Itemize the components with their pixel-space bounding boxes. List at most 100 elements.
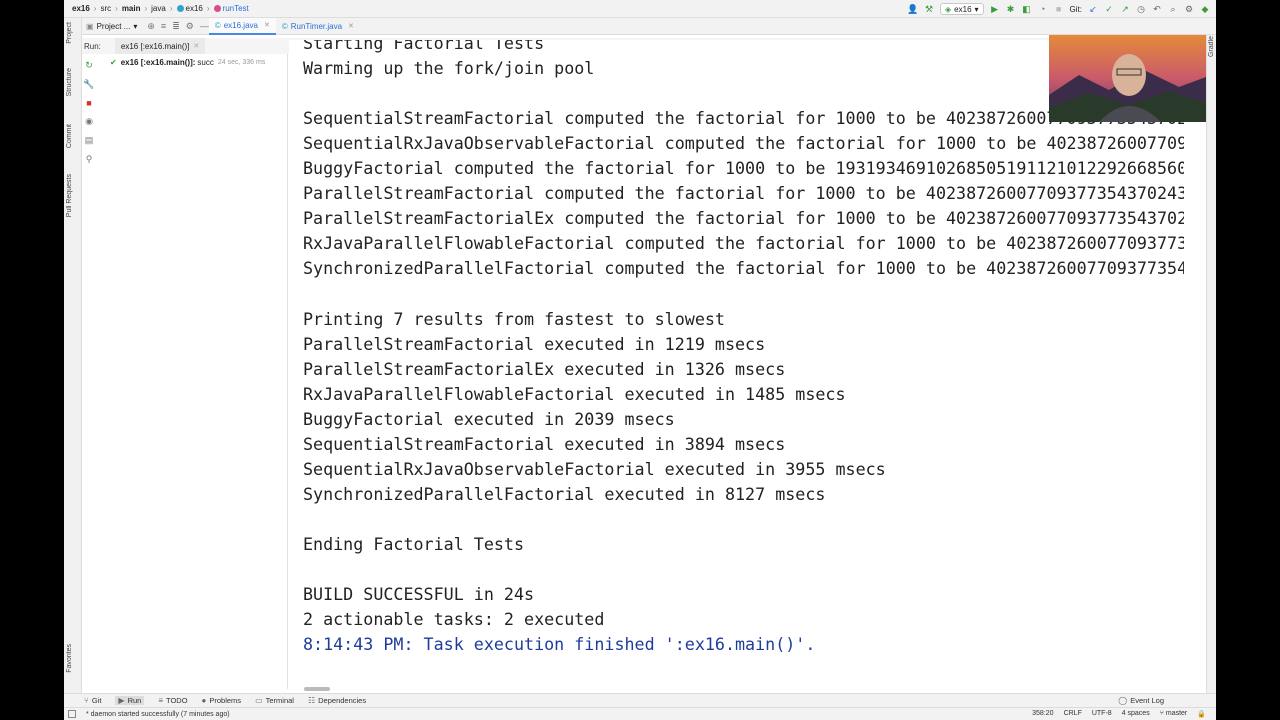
gradle-config-icon: ◈ (945, 4, 952, 14)
git-branch[interactable]: ⑂ master (1160, 710, 1188, 718)
tab-ex16-java[interactable]: © ex16.java ✕ (208, 17, 276, 35)
run-tab-label: ex16 [:ex16.main()] (120, 41, 190, 51)
locate-icon[interactable]: ⊕ (147, 21, 155, 32)
pin-icon[interactable]: ⚲ (86, 154, 93, 165)
console-line: BuggyFactorial computed the factorial fo… (303, 158, 1184, 179)
terminal-tool-button[interactable]: ▭ Terminal (255, 696, 294, 705)
bottom-tool-bar: ⑂ Git ▶ Run ≡ TODO ● Problems ▭ Terminal… (64, 693, 1216, 707)
layout-icon[interactable]: ▤ (85, 135, 94, 146)
indent-setting[interactable]: 4 spaces (1122, 710, 1150, 718)
console-line: SequentialRxJavaObservableFactorial exec… (303, 458, 886, 479)
console-output[interactable]: Starting Factorial Tests Warming up the f… (289, 40, 1184, 688)
run-label: Run: (84, 41, 101, 51)
todo-tool-label: TODO (166, 696, 188, 705)
event-log-label: Event Log (1130, 696, 1164, 705)
git-tool-button[interactable]: ⑂ Git (84, 696, 101, 705)
console-line: ParallelStreamFactorial executed in 1219… (303, 333, 766, 354)
search-icon[interactable]: ⌕ (1168, 4, 1178, 14)
run-icon[interactable]: ▶ (990, 4, 1000, 14)
console-line: SequentialRxJavaObservableFactorial comp… (303, 133, 1184, 154)
console-line: BuggyFactorial executed in 2039 msecs (303, 408, 675, 429)
structure-tool-tab[interactable]: Structure (66, 68, 73, 96)
console-line: BUILD SUCCESSFUL in 24s (303, 584, 535, 605)
chevron-down-icon: ▾ (133, 21, 138, 31)
git-commit-icon[interactable]: ✓ (1104, 4, 1114, 14)
file-encoding[interactable]: UTF-8 (1092, 710, 1112, 718)
plugin-icon[interactable]: ◆ (1200, 4, 1210, 14)
close-icon[interactable]: ✕ (264, 21, 270, 29)
coverage-icon[interactable]: ◧ (1022, 4, 1032, 14)
java-class-icon: © (214, 20, 221, 30)
project-view-select[interactable]: ▣ Project ... ▾ (86, 22, 137, 31)
run-tool-label: Run (127, 696, 142, 705)
git-push-icon[interactable]: ↗ (1120, 4, 1130, 14)
horizontal-scrollbar[interactable] (304, 687, 330, 691)
console-line: RxJavaParallelFlowableFactorial executed… (303, 383, 846, 404)
user-icon[interactable]: 👤 (907, 4, 918, 14)
gradle-tool-tab[interactable]: Gradle (1208, 36, 1215, 57)
settings-icon[interactable]: ⚙ (1184, 4, 1194, 14)
cursor-position[interactable]: 358:20 (1032, 710, 1053, 718)
lock-icon[interactable]: 🔒 (1197, 710, 1206, 718)
left-letterbox (0, 0, 64, 720)
dependencies-tool-button[interactable]: ☷ Dependencies (308, 696, 366, 705)
build-hammer-icon[interactable]: ⚒ (924, 4, 934, 14)
history-icon[interactable]: ◷ (1136, 4, 1146, 14)
presenter-video-image (1049, 35, 1206, 122)
project-view-label: Project ... (96, 21, 131, 31)
line-separator[interactable]: CRLF (1064, 710, 1082, 718)
eye-icon[interactable]: ◉ (85, 116, 93, 127)
git-tool-label: Git (91, 696, 102, 705)
expand-all-icon[interactable]: ≡ (161, 21, 166, 32)
status-message[interactable]: * daemon started successfully (7 minutes… (86, 711, 230, 718)
favorites-tool-tab[interactable]: Favorites (66, 644, 73, 673)
tree-item-status: succ (197, 58, 214, 67)
dependencies-tool-label: Dependencies (318, 696, 367, 705)
run-toolbar: ↻ 🔧 ■ ◉ ▤ ⚲ (82, 54, 96, 194)
pull-requests-tool-tab[interactable]: Pull Requests (66, 174, 73, 217)
profile-icon[interactable]: ◔ (1038, 4, 1048, 14)
console-line: Starting Factorial Tests (303, 40, 545, 53)
crumb-project[interactable]: ex16 (72, 4, 90, 13)
git-branch-label: master (1165, 710, 1188, 717)
collapse-all-icon[interactable]: ≣ (172, 21, 180, 32)
todo-tool-button[interactable]: ≡ TODO (158, 696, 187, 705)
console-line: ParallelStreamFactorialEx computed the f… (303, 208, 1184, 229)
console-line: Warming up the fork/join pool (303, 58, 595, 79)
rollback-icon[interactable]: ↶ (1152, 4, 1162, 14)
debug-icon[interactable]: ✱ (1006, 4, 1016, 14)
wrench-icon[interactable]: 🔧 (83, 79, 94, 90)
ide-window: ex16 › src › main › java › ex16 › runTest 👤 ⚒… (64, 0, 1216, 720)
run-tab[interactable]: ex16 [:ex16.main()] ✕ (114, 38, 206, 54)
tool-window-toggle-icon[interactable] (68, 710, 76, 718)
console-line: SequentialStreamFactorial executed in 38… (303, 433, 786, 454)
event-log-button[interactable]: ◯ Event Log (1118, 696, 1164, 705)
console-line: 2 actionable tasks: 2 executed (303, 609, 605, 630)
project-tool-tab[interactable]: Project (66, 22, 73, 44)
git-update-icon[interactable]: ↙ (1088, 4, 1098, 14)
tree-item-run[interactable]: ✔ ex16 [:ex16.main()]: succ 24 sec, 336 … (110, 58, 287, 67)
method-icon (213, 5, 221, 12)
close-icon[interactable]: ✕ (193, 42, 199, 50)
crumb-src[interactable]: src (100, 4, 111, 13)
status-bar: * daemon started successfully (7 minutes… (64, 707, 1216, 720)
commit-tool-tab[interactable]: Commit (66, 124, 73, 148)
run-config-select[interactable]: ◈ ex16 ▾ (940, 3, 984, 15)
tab-runtimer-java[interactable]: © RunTimer.java ✕ (276, 18, 360, 35)
problems-tool-button[interactable]: ● Problems (202, 696, 242, 705)
gear-icon[interactable]: ⚙ (186, 21, 194, 32)
console-timestamp-line: 8:14:43 PM: Task execution finished ':ex… (303, 634, 816, 655)
crumb-class[interactable]: ex16 (186, 4, 203, 13)
stop-icon[interactable]: ■ (86, 98, 91, 108)
crumb-main[interactable]: main (122, 4, 141, 13)
console-line: RxJavaParallelFlowableFactorial computed… (303, 233, 1184, 254)
terminal-icon: ▭ (255, 696, 263, 705)
close-icon[interactable]: ✕ (348, 22, 354, 30)
crumb-method[interactable]: runTest (223, 4, 249, 13)
run-tool-button[interactable]: ▶ Run (115, 696, 145, 705)
crumb-java[interactable]: java (151, 4, 166, 13)
stop-icon[interactable]: ■ (1054, 4, 1064, 14)
hide-icon[interactable]: — (200, 21, 209, 32)
rerun-icon[interactable]: ↻ (85, 60, 93, 71)
run-config-label: ex16 (954, 4, 972, 14)
